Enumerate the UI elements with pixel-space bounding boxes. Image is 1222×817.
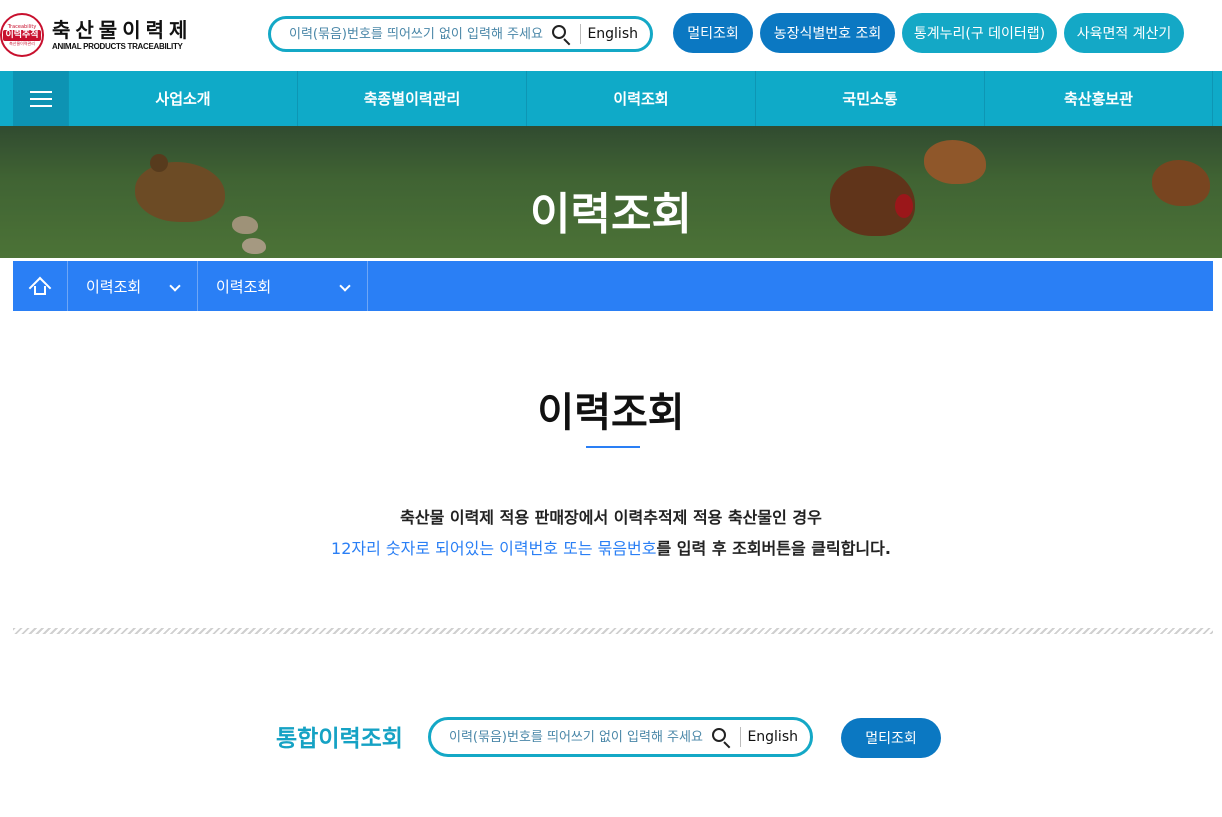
search-icon[interactable] xyxy=(550,23,572,46)
description-line1: 축산물 이력제 적용 판매장에서 이력추적제 적용 축산물인 경우 xyxy=(400,508,822,527)
hero-banner: 이력조회 xyxy=(0,126,1222,258)
hero-title: 이력조회 xyxy=(530,189,692,240)
header-search-box: English xyxy=(268,16,653,52)
nav-item-pr-hall[interactable]: 축산홍보관 xyxy=(984,71,1213,126)
description-highlight: 12자리 숫자로 되어있는 이력번호 또는 묶음번호 xyxy=(331,539,657,558)
farm-id-search-button[interactable]: 농장식별번호 조회 xyxy=(760,13,895,53)
breadcrumb-level2-label: 이력조회 xyxy=(216,277,272,296)
integrated-search-input[interactable] xyxy=(431,729,711,745)
chevron-down-icon xyxy=(339,280,351,292)
traceability-seal-icon: Traceability 이력추적 축산물이력관리 xyxy=(0,13,44,57)
home-icon xyxy=(28,276,52,300)
nav-item-species[interactable]: 축종별이력관리 xyxy=(297,71,526,126)
integrated-search-box: English xyxy=(428,717,813,757)
divider xyxy=(580,24,582,44)
page-title: 이력조회 xyxy=(537,390,685,436)
stats-nuri-button[interactable]: 통계누리(구 데이터랩) xyxy=(902,13,1057,53)
nav-item-trace-search[interactable]: 이력조회 xyxy=(526,71,755,126)
breadcrumb-level2-dropdown[interactable]: 이력조회 xyxy=(198,261,368,311)
home-button[interactable] xyxy=(13,261,68,311)
section-divider xyxy=(13,628,1213,634)
site-header: Traceability 이력추적 축산물이력관리 축산물이력제 ANIMAL … xyxy=(0,0,1222,71)
logo-subtitle: ANIMAL PRODUCTS TRACEABILITY xyxy=(52,42,183,51)
main-nav: 사업소개 축종별이력관리 이력조회 국민소통 축산홍보관 xyxy=(0,71,1222,126)
english-link[interactable]: English xyxy=(587,26,638,42)
site-logo[interactable]: Traceability 이력추적 축산물이력관리 축산물이력제 ANIMAL … xyxy=(0,12,192,58)
breadcrumb: 이력조회 이력조회 xyxy=(13,261,1213,311)
menu-icon[interactable] xyxy=(13,71,68,126)
integrated-search-title: 통합이력조회 xyxy=(276,726,403,752)
nav-item-about[interactable]: 사업소개 xyxy=(68,71,297,126)
breadcrumb-level1-label: 이력조회 xyxy=(86,277,142,296)
description-rest: 를 입력 후 조회버튼을 클릭합니다. xyxy=(656,539,891,558)
seal-mid-text: 이력추적 xyxy=(3,29,41,41)
multi-search-button[interactable]: 멀티조회 xyxy=(673,13,753,53)
seal-bottom-text: 축산물이력관리 xyxy=(9,40,35,46)
description-line2: 12자리 숫자로 되어있는 이력번호 또는 묶음번호를 입력 후 조회버튼을 클… xyxy=(0,535,1222,559)
nav-item-communication[interactable]: 국민소통 xyxy=(755,71,984,126)
divider xyxy=(740,727,742,747)
seal-top-text: Traceability xyxy=(7,23,37,30)
title-underline xyxy=(586,446,640,448)
search-icon[interactable] xyxy=(710,726,732,749)
chevron-down-icon xyxy=(169,280,181,292)
logo-title: 축산물이력제 xyxy=(52,18,193,42)
english-link[interactable]: English xyxy=(747,729,798,745)
breadcrumb-level1-dropdown[interactable]: 이력조회 xyxy=(68,261,198,311)
integrated-multi-search-button[interactable]: 멀티조회 xyxy=(841,718,941,758)
header-search-input[interactable] xyxy=(271,26,551,42)
area-calculator-button[interactable]: 사육면적 계산기 xyxy=(1064,13,1184,53)
